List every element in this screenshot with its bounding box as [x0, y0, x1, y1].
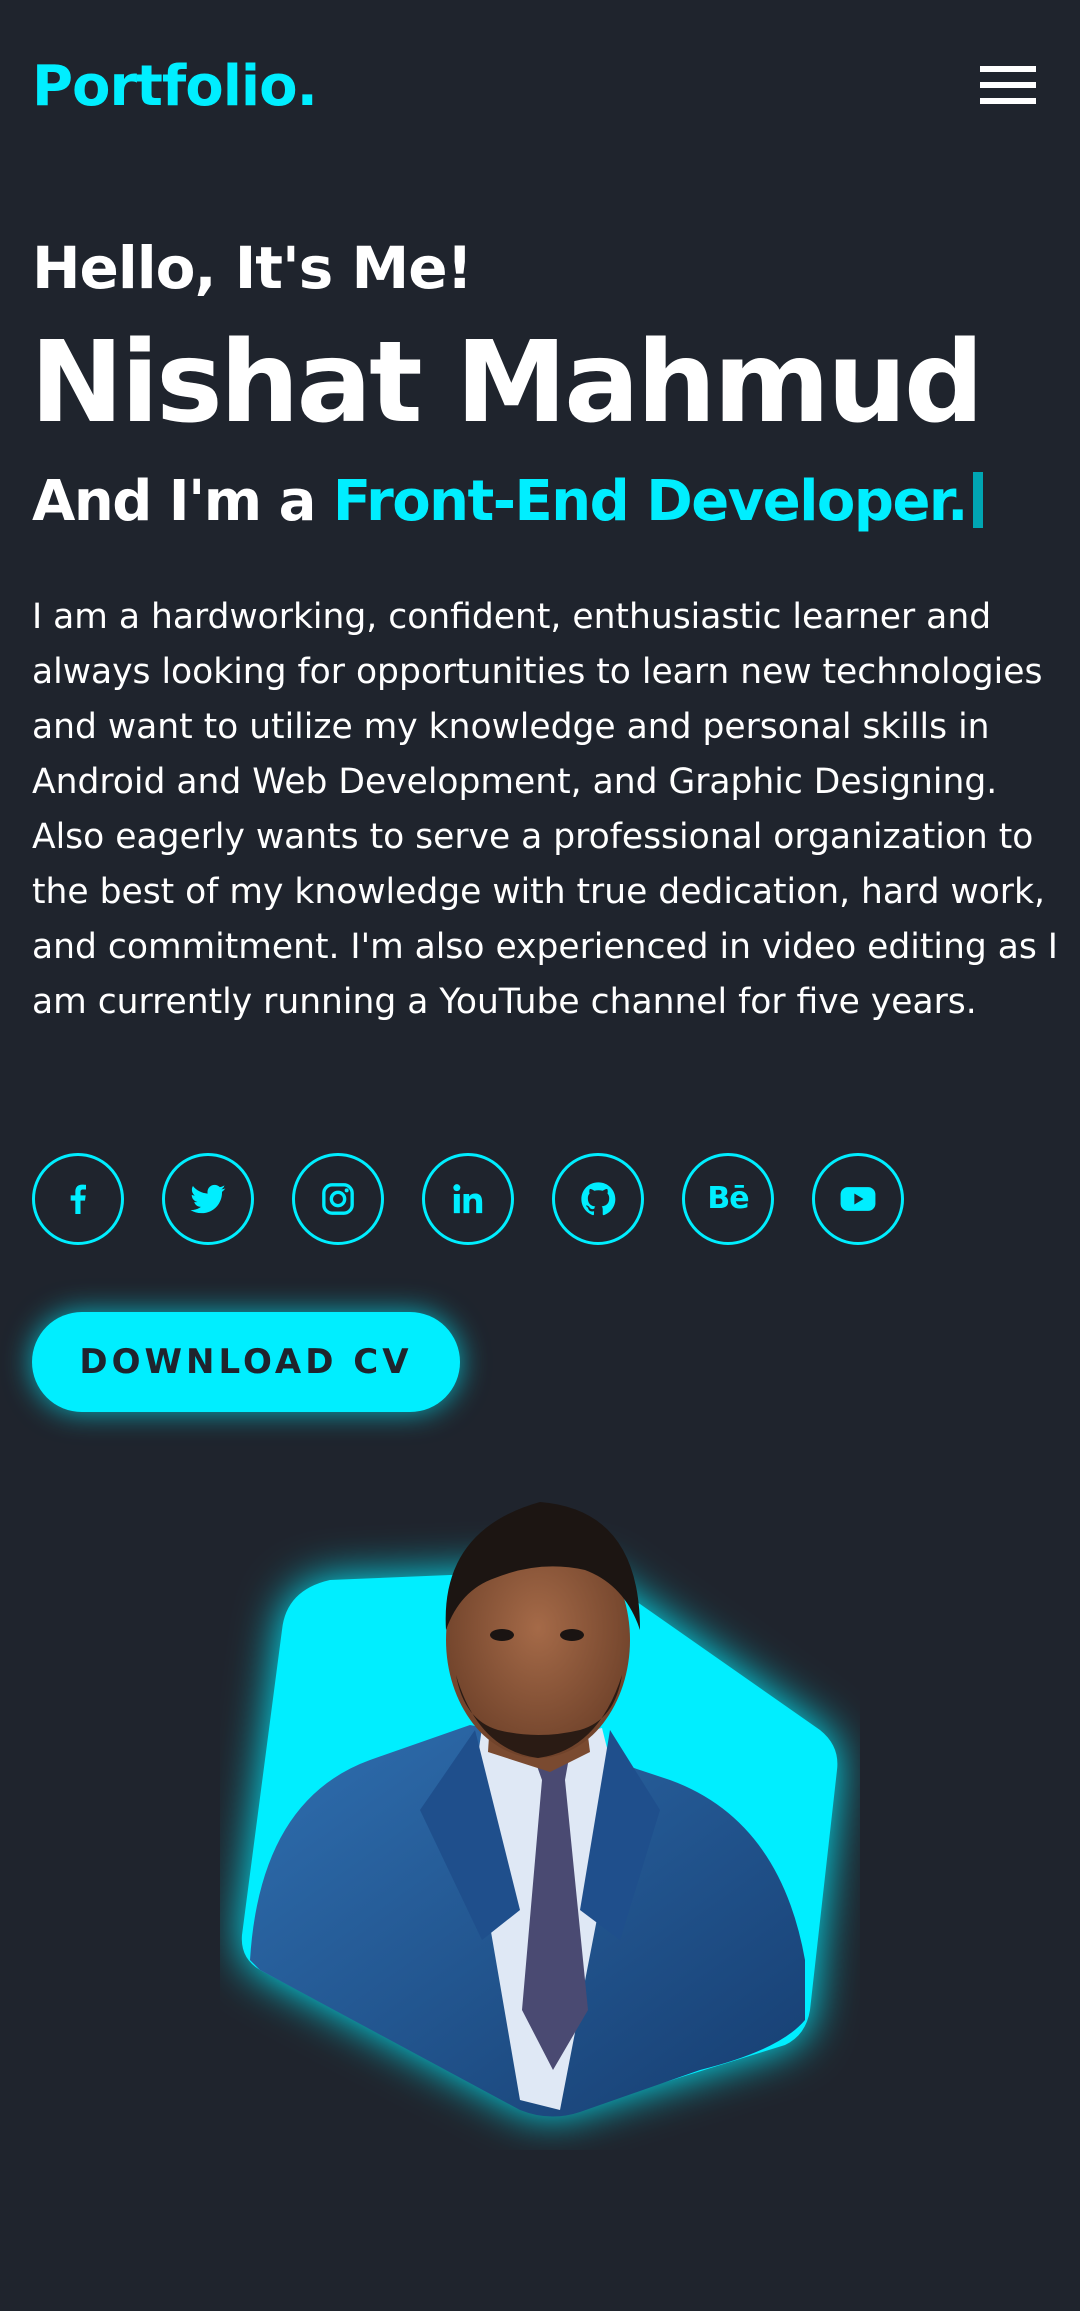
site-header: Portfolio. [0, 0, 1080, 175]
linkedin-link[interactable] [422, 1153, 514, 1245]
instagram-link[interactable] [292, 1153, 384, 1245]
youtube-link[interactable] [812, 1153, 904, 1245]
facebook-icon [70, 1184, 86, 1214]
portrait-image [241, 1502, 838, 2117]
github-icon [581, 1182, 616, 1216]
menu-bar [980, 82, 1036, 88]
youtube-icon [840, 1187, 876, 1211]
menu-bar [980, 66, 1036, 72]
twitter-icon [190, 1184, 226, 1214]
linkedin-icon [453, 1184, 483, 1214]
behance-link[interactable]: Bē [682, 1153, 774, 1245]
greeting: Hello, It's Me! [32, 234, 473, 302]
role-highlight: Front-End Developer. [332, 469, 968, 534]
behance-icon: Bē [707, 1181, 749, 1216]
hamburger-menu-icon[interactable] [980, 62, 1036, 108]
role-prefix: And I'm a [32, 469, 333, 534]
typing-cursor [972, 472, 983, 528]
twitter-link[interactable] [162, 1153, 254, 1245]
instagram-icon [322, 1183, 354, 1215]
bio-paragraph: I am a hardworking, confident, enthusias… [32, 597, 1058, 1022]
github-link[interactable] [552, 1153, 644, 1245]
download-cv-button[interactable]: DOWNLOAD CV [32, 1312, 460, 1412]
logo[interactable]: Portfolio. [32, 52, 318, 122]
facebook-link[interactable] [32, 1153, 124, 1245]
profile-portrait [220, 1490, 860, 2150]
menu-bar [980, 98, 1036, 104]
hero-name: Nishat Mahmud [30, 318, 984, 448]
social-links: Bē [32, 1153, 1032, 1245]
role-line: And I'm a Front-End Developer. [32, 466, 983, 538]
